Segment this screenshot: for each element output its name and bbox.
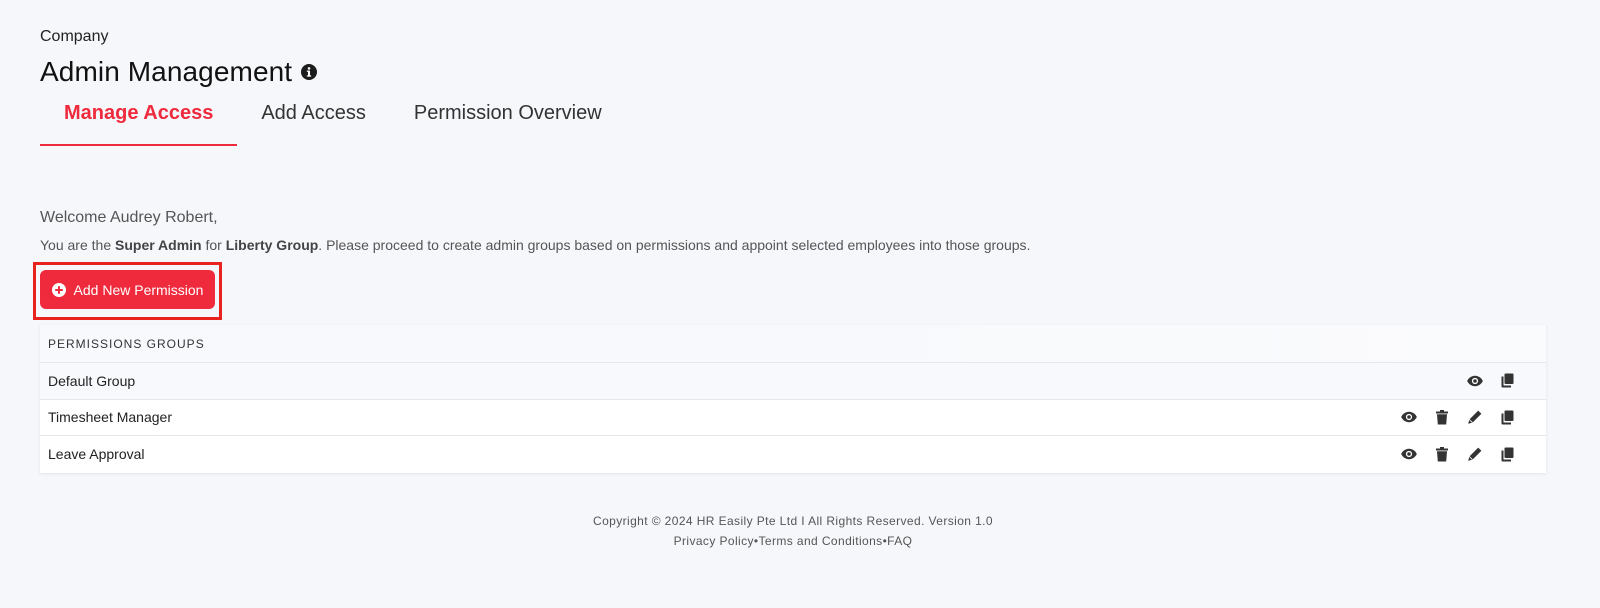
tab-bar: Manage Access Add Access Permission Over… (40, 94, 626, 146)
tab-manage-access[interactable]: Manage Access (40, 94, 238, 146)
pencil-icon[interactable] (1458, 407, 1491, 427)
add-new-permission-button[interactable]: Add New Permission (40, 270, 215, 309)
row-actions (1458, 371, 1546, 391)
intro-prefix: You are the (40, 237, 115, 253)
plus-circle-icon (51, 282, 66, 297)
trash-icon[interactable] (1425, 407, 1458, 427)
privacy-policy-link[interactable]: Privacy Policy (674, 534, 754, 548)
eye-icon[interactable] (1392, 407, 1425, 427)
pencil-icon[interactable] (1458, 444, 1491, 464)
group-name: Leave Approval (48, 446, 145, 463)
welcome-greeting: Welcome Audrey Robert, (40, 209, 218, 226)
role-name: Super Admin (115, 237, 202, 253)
copy-icon[interactable] (1491, 371, 1524, 391)
trash-icon[interactable] (1425, 444, 1458, 464)
footer-links: Privacy Policy•Terms and Conditions•FAQ (0, 534, 1586, 548)
eye-icon[interactable] (1458, 371, 1491, 391)
row-actions (1392, 407, 1546, 427)
company-name: Liberty Group (225, 237, 319, 253)
group-name: Timesheet Manager (48, 409, 172, 426)
add-new-permission-label: Add New Permission (73, 281, 204, 298)
title-row: Admin Management (40, 56, 318, 88)
footer-copyright: Copyright © 2024 HR Easily Pte Ltd I All… (593, 514, 993, 528)
info-icon[interactable] (301, 64, 318, 80)
intro-suffix: . Please proceed to create admin groups … (318, 237, 1031, 253)
page-title: Admin Management (40, 56, 293, 87)
copy-icon[interactable] (1491, 444, 1524, 464)
eye-icon[interactable] (1392, 444, 1425, 464)
breadcrumb: Company (40, 28, 109, 45)
tab-permission-overview[interactable]: Permission Overview (390, 94, 626, 146)
tab-add-access[interactable]: Add Access (237, 94, 390, 146)
row-actions (1392, 444, 1546, 464)
table-row: Leave Approval (40, 436, 1546, 473)
group-name: Default Group (48, 372, 136, 389)
faq-link[interactable]: FAQ (887, 534, 912, 548)
intro-for: for (201, 237, 226, 253)
table-header: PERMISSIONS GROUPS (40, 325, 1546, 363)
intro-text: You are the Super Admin for Liberty Grou… (40, 237, 1030, 253)
copy-icon[interactable] (1491, 407, 1524, 427)
terms-link[interactable]: Terms and Conditions (759, 534, 883, 548)
table-row: Default Group (40, 363, 1546, 400)
table-row: Timesheet Manager (40, 399, 1546, 436)
permissions-table: PERMISSIONS GROUPS Default Group Timeshe… (40, 325, 1546, 473)
